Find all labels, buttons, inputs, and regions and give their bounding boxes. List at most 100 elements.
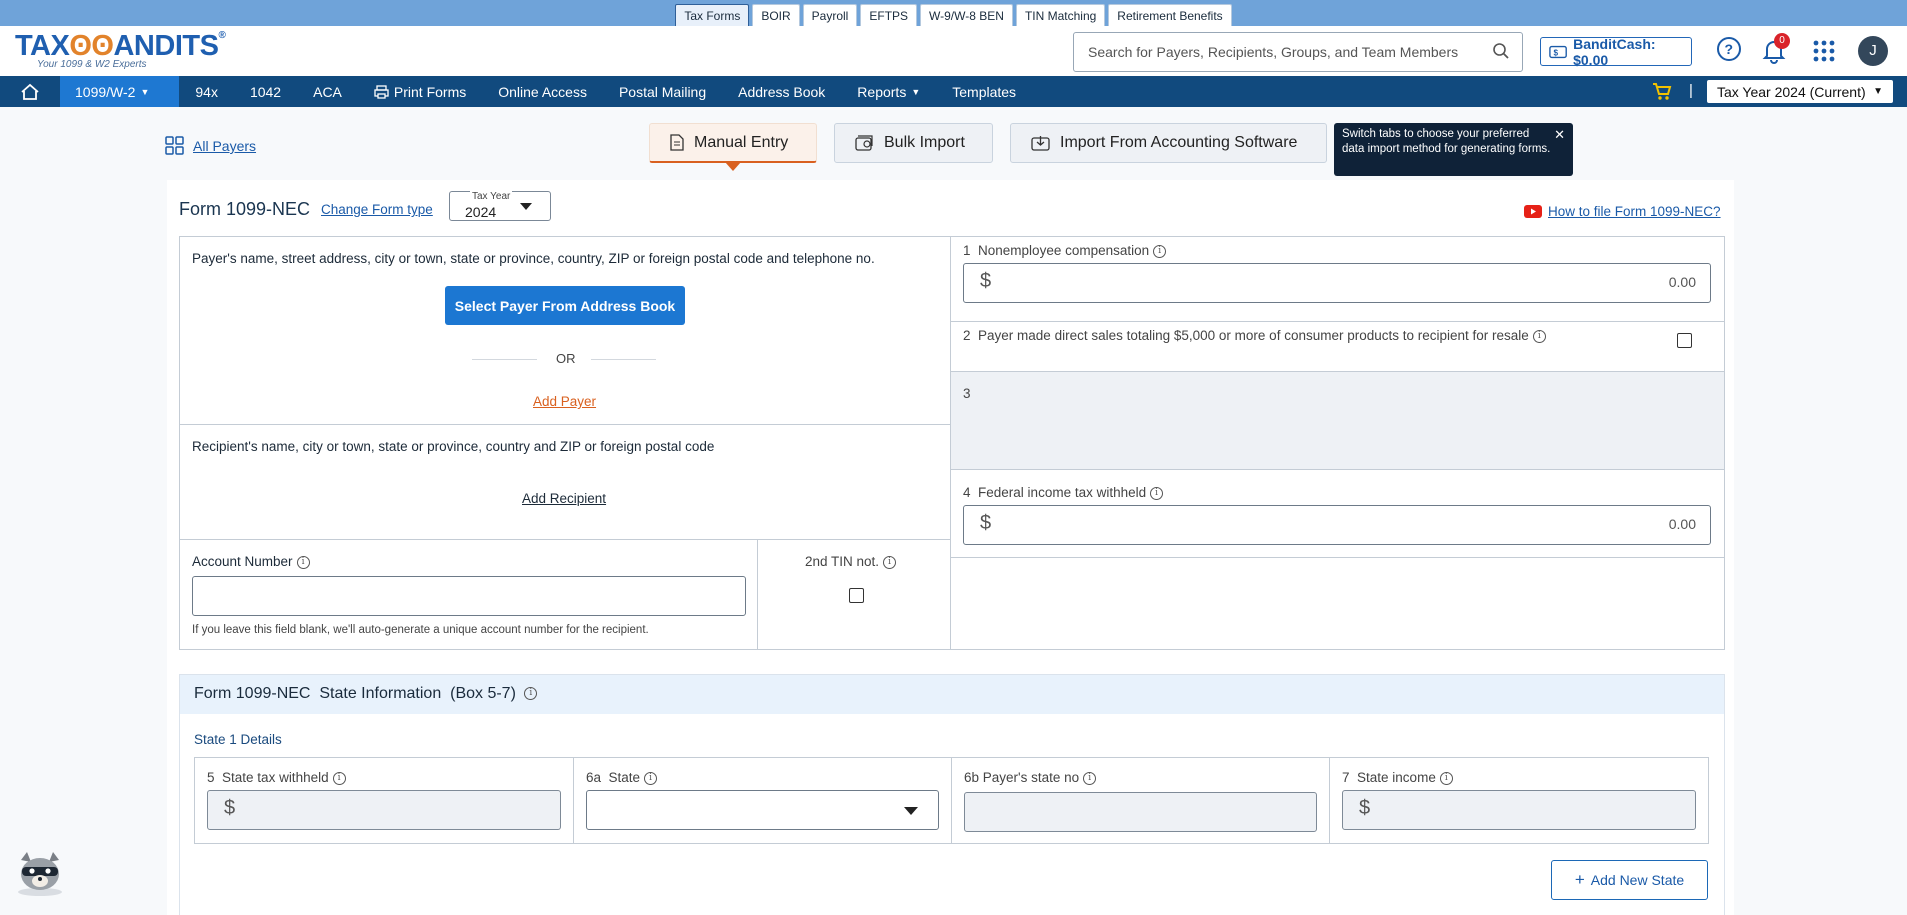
close-icon[interactable]: ✕ [1554, 127, 1565, 142]
payers-grid-icon [165, 136, 184, 155]
box7-label: State income [1357, 770, 1436, 785]
state-info-heading: Form 1099-NEC State Information (Box 5-7… [180, 675, 1724, 714]
nav-print-forms[interactable]: Print Forms [358, 76, 482, 107]
state-heading-boxes: (Box 5-7) [450, 685, 516, 702]
form-grid: Payer's name, street address, city or to… [179, 236, 1725, 650]
chevron-down-icon [904, 807, 918, 815]
active-tab-caret [725, 162, 741, 171]
import-icon [1031, 136, 1050, 151]
box2-checkbox[interactable] [1677, 333, 1692, 348]
nav-aca[interactable]: ACA [297, 76, 358, 107]
nav-94x[interactable]: 94x [179, 76, 234, 107]
or-label: OR [556, 351, 576, 366]
second-tin-checkbox[interactable] [849, 588, 864, 603]
info-icon[interactable]: i [1153, 244, 1167, 258]
tab-tin-matching[interactable]: TIN Matching [1015, 4, 1106, 26]
box4-section: 4 Federal income tax withheld i $ 0.00 [951, 470, 1724, 558]
box1-label: Nonemployee compensation [978, 243, 1150, 258]
tab-retirement-benefits[interactable]: Retirement Benefits [1108, 4, 1232, 26]
nav-reports[interactable]: Reports ▼ [841, 76, 936, 107]
box4-label: Federal income tax withheld [978, 485, 1147, 500]
nav-templates[interactable]: Templates [936, 76, 1032, 107]
tab-w9-w8ben[interactable]: W-9/W-8 BEN [920, 4, 1013, 26]
box7-input[interactable]: $ [1342, 790, 1696, 830]
document-icon [670, 134, 684, 151]
box4-input[interactable]: $ 0.00 [963, 505, 1711, 545]
search-icon[interactable] [1492, 42, 1510, 60]
nav-label: Reports [857, 83, 907, 100]
payer-state-no-input[interactable] [964, 792, 1317, 832]
nav-label: Print Forms [393, 83, 467, 100]
bulk-import-icon [855, 135, 873, 151]
add-payer-link[interactable]: Add Payer [533, 394, 596, 409]
logo[interactable]: TAXʘʘANDITS® Your 1099 & W2 Experts [15, 30, 226, 70]
tax-year-select[interactable]: Tax Year 2024 (Current) ▼ [1707, 80, 1893, 103]
box5-input[interactable]: 5$ [207, 790, 561, 830]
tab-eftps[interactable]: EFTPS [860, 4, 918, 26]
user-avatar[interactable]: J [1858, 36, 1888, 66]
add-new-state-button[interactable]: + Add New State [1551, 860, 1708, 900]
home-icon [21, 83, 39, 100]
tab-import-accounting[interactable]: Import From Accounting Software [1010, 123, 1327, 163]
box1-section: 1 Nonemployee compensation i $ 0.00 [951, 237, 1724, 322]
chevron-down-icon: ▼ [140, 86, 150, 97]
chevron-down-icon [520, 203, 532, 210]
tab-label: Bulk Import [884, 134, 965, 151]
change-form-type-link[interactable]: Change Form type [321, 202, 433, 217]
nav-1042[interactable]: 1042 [234, 76, 297, 107]
tab-boir[interactable]: BOIR [752, 4, 800, 26]
bandit-cash-button[interactable]: $ BanditCash: $0.00 [1540, 36, 1692, 68]
state-heading-text: State Information [319, 685, 442, 702]
main-nav: 1099/W-2 ▼ 94x 1042 ACA Print Forms Onlin… [0, 76, 1907, 107]
tab-bulk-import[interactable]: Bulk Import [834, 123, 993, 163]
payer-label: Payer's name, street address, city or to… [192, 251, 875, 266]
box3-section: 3 [951, 371, 1724, 470]
recipient-label: Recipient's name, city or town, state or… [192, 439, 715, 454]
info-icon[interactable]: i [1439, 771, 1453, 785]
info-icon[interactable]: i [332, 771, 346, 785]
form-title: Form 1099-NEC [179, 199, 311, 219]
box6b-section: 6b Payer's state no i [952, 758, 1330, 843]
info-icon[interactable]: i [1083, 771, 1097, 785]
box1-input[interactable]: $ 0.00 [963, 263, 1711, 303]
info-icon[interactable]: i [524, 687, 538, 701]
state-select[interactable] [586, 790, 939, 830]
search-input[interactable]: Search for Payers, Recipients, Groups, a… [1073, 32, 1523, 72]
info-icon[interactable]: i [1532, 329, 1546, 343]
recipient-section: Recipient's name, city or town, state or… [180, 425, 951, 540]
info-icon[interactable]: i [644, 771, 658, 785]
form-tax-year-select[interactable]: Tax Year 2024 [449, 191, 551, 221]
plus-icon: + [1574, 870, 1585, 889]
add-recipient-link[interactable]: Add Recipient [522, 491, 606, 506]
nav-home[interactable] [0, 76, 60, 107]
tab-manual-entry[interactable]: Manual Entry [649, 123, 817, 163]
nav-postal-mailing[interactable]: Postal Mailing [603, 76, 722, 107]
info-icon[interactable]: i [296, 555, 310, 569]
dollar-sign: $ [980, 512, 992, 534]
nav-address-book[interactable]: Address Book [722, 76, 841, 107]
nav-1099-w2[interactable]: 1099/W-2 ▼ [60, 76, 180, 107]
cart-icon[interactable] [1652, 82, 1672, 101]
apps-grid-icon[interactable] [1813, 40, 1835, 62]
select-payer-button[interactable]: Select Payer From Address Book [445, 286, 685, 325]
wallet-icon: $ [1549, 45, 1567, 58]
how-to-file-link[interactable]: How to file Form 1099-NEC? [1524, 204, 1721, 219]
nav-label: 1099/W-2 [75, 83, 136, 100]
box1-number: 1 [963, 243, 971, 258]
dollar-sign: $ [980, 270, 992, 292]
box6a-section: 6a State i [574, 758, 952, 843]
all-payers-link[interactable]: All Payers [165, 136, 256, 156]
nav-online-access[interactable]: Online Access [482, 76, 603, 107]
mascot-chat-icon[interactable] [13, 848, 67, 898]
info-icon[interactable]: i [883, 555, 897, 569]
box2-label: Payer made direct sales totaling $5,000 … [978, 328, 1529, 343]
account-number-hint: If you leave this field blank, we'll aut… [192, 624, 649, 636]
tax-year-value: Tax Year 2024 (Current) [1717, 83, 1866, 100]
help-icon[interactable]: ? [1716, 36, 1742, 62]
tab-payroll[interactable]: Payroll [802, 4, 858, 26]
state-1-details-title: State 1 Details [194, 732, 282, 747]
tab-tax-forms[interactable]: Tax Forms [675, 4, 750, 26]
tooltip-text: Switch tabs to choose your preferred dat… [1342, 128, 1551, 155]
info-icon[interactable]: i [1150, 486, 1164, 500]
account-number-input[interactable] [192, 576, 746, 616]
